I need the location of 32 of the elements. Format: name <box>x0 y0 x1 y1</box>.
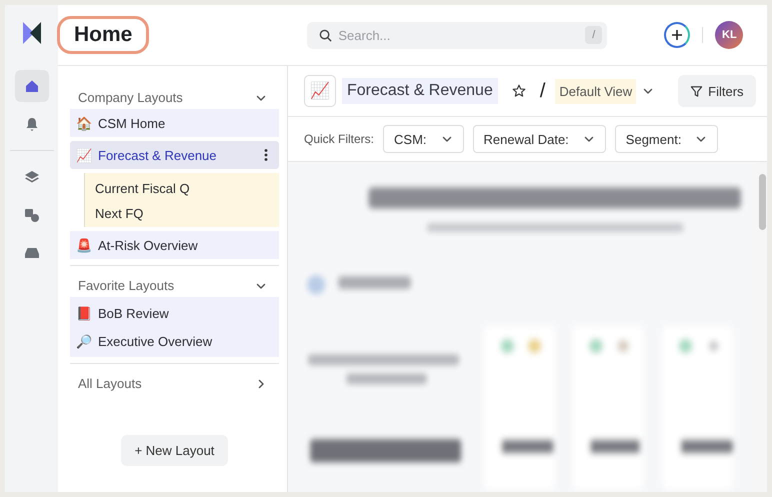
layout-emoji: 📈 <box>304 75 336 107</box>
filter-dropdown[interactable]: CSM: <box>383 125 464 153</box>
star-icon[interactable] <box>512 84 526 98</box>
logo-icon <box>20 20 42 46</box>
plus-icon <box>671 29 684 41</box>
shortcut-key: / <box>585 26 602 44</box>
new-layout-button[interactable]: + New Layout <box>120 435 228 466</box>
user-avatar[interactable]: KL <box>715 21 744 49</box>
view-item[interactable]: Next FQ <box>85 200 279 225</box>
filters-button[interactable]: Filters <box>678 75 756 107</box>
section-header[interactable]: Favorite Layouts <box>70 274 279 297</box>
filter-dropdown[interactable]: Renewal Date: <box>472 125 606 153</box>
section-header[interactable]: Company Layouts <box>70 86 279 109</box>
layout-title: Forecast & Revenue <box>342 78 498 104</box>
page-title: Home <box>57 16 150 54</box>
layout-item[interactable]: 🚨 At-Risk Overview <box>70 231 279 259</box>
layout-item[interactable]: 🔎 Executive Overview <box>70 327 279 355</box>
layout-item[interactable]: 📈 Forecast & Revenue <box>70 141 279 169</box>
breadcrumb-separator: / <box>540 80 546 102</box>
layout-item[interactable]: 🏠 CSM Home <box>70 109 279 137</box>
shapes-icon <box>22 206 40 224</box>
section-header[interactable]: All Layouts <box>70 372 279 395</box>
filter-dropdown[interactable]: Segment: <box>614 125 718 153</box>
filter-icon <box>690 84 704 98</box>
view-item[interactable]: Current Fiscal Q <box>85 175 279 200</box>
home-button[interactable] <box>14 70 48 102</box>
add-button[interactable] <box>664 22 690 48</box>
scrollbar-thumb[interactable] <box>759 174 766 230</box>
layout-item[interactable]: 📕 BoB Review <box>70 299 279 327</box>
search-icon <box>319 28 332 42</box>
view-selector[interactable]: Default View <box>555 78 636 104</box>
quick-filters-label: Quick Filters: <box>304 132 374 146</box>
